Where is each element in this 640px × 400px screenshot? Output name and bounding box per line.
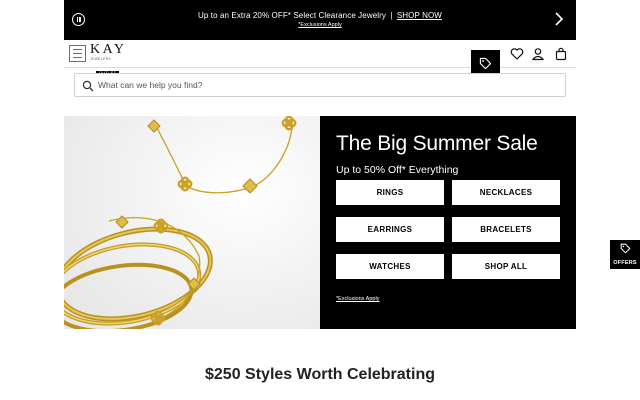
hero-exclusions-link[interactable]: *Exclusions Apply <box>336 296 379 302</box>
menu-icon-line <box>73 52 82 55</box>
promo-message: Up to an Extra 20% OFF* Select Clearance… <box>64 11 576 20</box>
search-bar <box>74 73 566 97</box>
search-icon[interactable] <box>82 80 94 92</box>
menu-icon-line <box>73 48 82 51</box>
promo-text: Up to an Extra 20% OFF* Select Clearance… <box>198 11 387 20</box>
logo-main: KAY <box>90 42 127 57</box>
bag-icon[interactable] <box>554 47 568 61</box>
hero-subtitle: Up to 50% Off* Everything <box>336 164 459 176</box>
promo-exclusions-link[interactable]: *Exclusions Apply <box>298 22 341 28</box>
promo-separator: | <box>390 11 393 20</box>
earrings-button[interactable]: EARRINGS <box>336 217 444 242</box>
kay-logo[interactable]: KAY JEWELERS OUTLET <box>90 42 127 75</box>
shop-all-button[interactable]: SHOP ALL <box>452 254 560 279</box>
promo-banner: Up to an Extra 20% OFF* Select Clearance… <box>64 0 576 40</box>
heart-icon[interactable] <box>510 47 524 61</box>
tag-icon <box>620 243 630 254</box>
tag-icon <box>479 57 492 70</box>
necklaces-button[interactable]: NECKLACES <box>452 180 560 205</box>
search-input[interactable] <box>98 75 538 95</box>
menu-icon-line <box>73 56 82 59</box>
offers-label: OFFERS <box>613 260 637 266</box>
promo-exclusions: *Exclusions Apply <box>64 22 576 28</box>
menu-button[interactable] <box>69 45 86 62</box>
gold-bracelets-illustration <box>64 116 320 329</box>
logo-tagline: JEWELERS <box>90 57 112 61</box>
offers-side-tab[interactable]: OFFERS <box>610 240 640 269</box>
watches-button[interactable]: WATCHES <box>336 254 444 279</box>
hero-sale-panel: The Big Summer Sale Up to 50% Off* Every… <box>320 116 576 329</box>
section-heading: $250 Styles Worth Celebrating <box>205 366 435 383</box>
rings-button[interactable]: RINGS <box>336 180 444 205</box>
hero-image-bracelets[interactable] <box>64 116 320 329</box>
chevron-right-icon[interactable] <box>554 12 564 26</box>
hero-title: The Big Summer Sale <box>336 132 538 155</box>
bracelets-button[interactable]: BRACELETS <box>452 217 560 242</box>
account-icon[interactable] <box>531 47 545 61</box>
shop-now-link[interactable]: SHOP NOW <box>397 11 442 20</box>
